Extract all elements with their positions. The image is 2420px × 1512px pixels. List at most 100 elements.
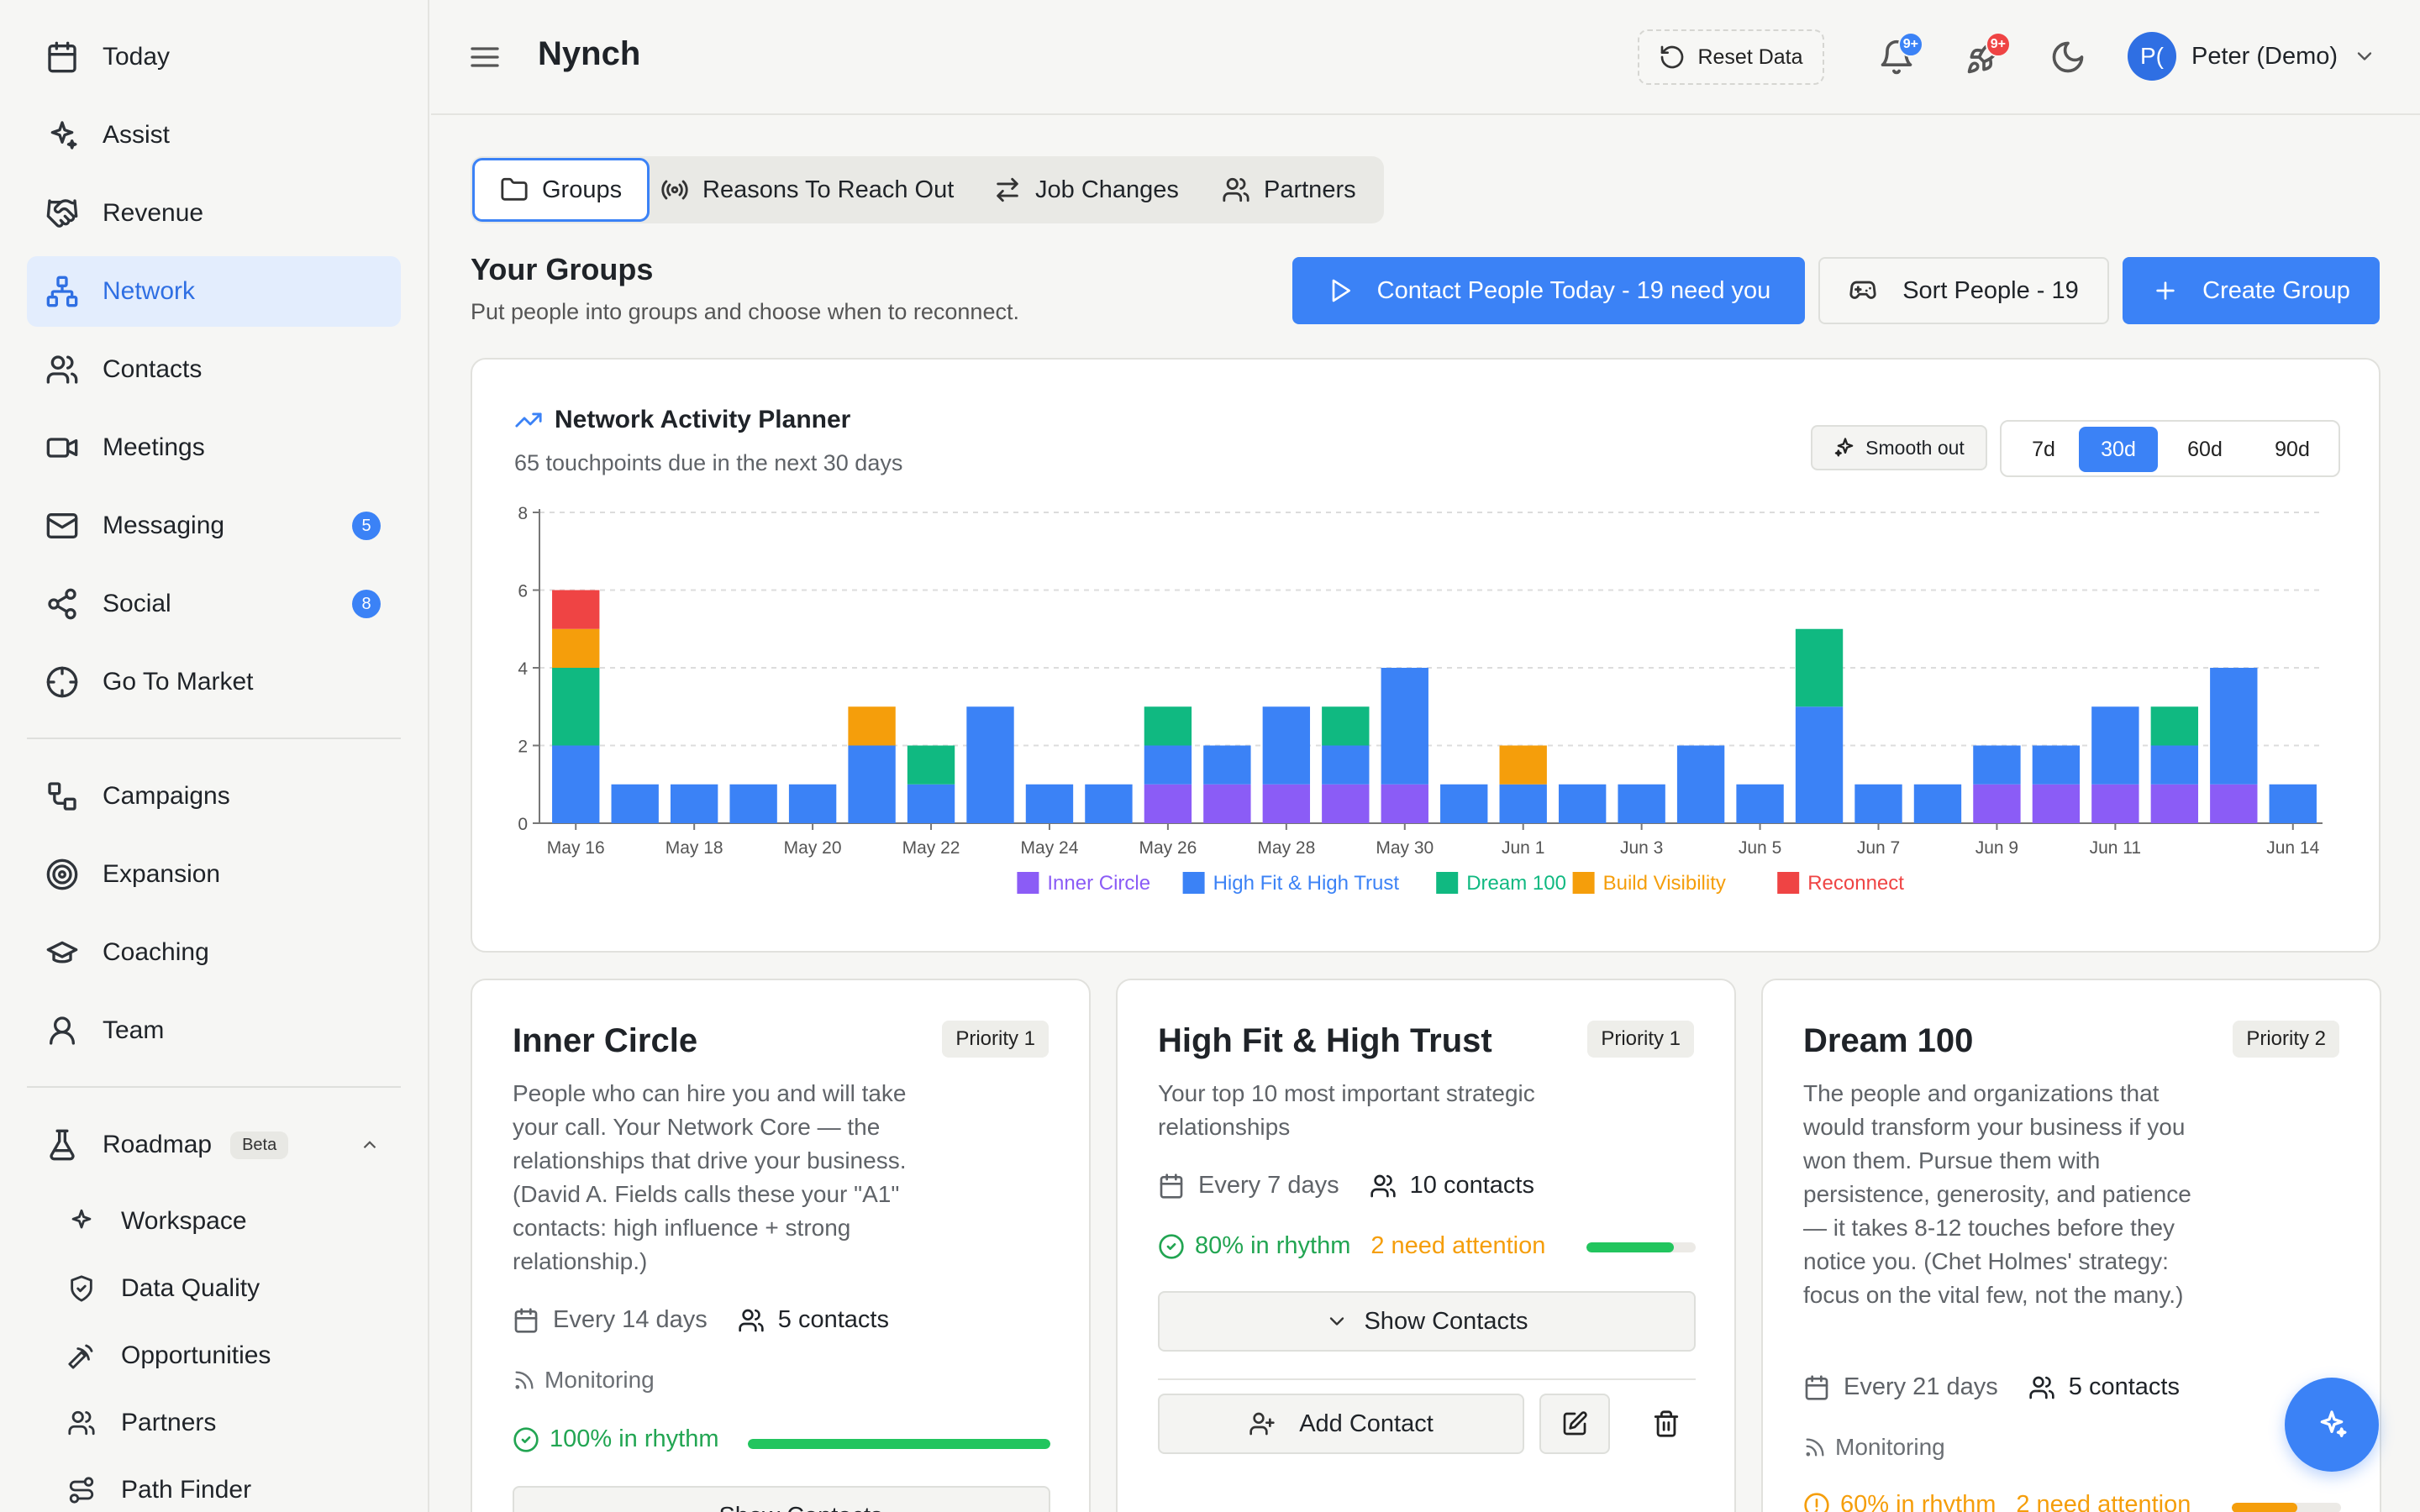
- group-card-inner-circle: Inner Circle Priority 1 People who can h…: [471, 979, 1091, 1512]
- app-title: Nynch: [538, 35, 641, 72]
- users-icon: [67, 1409, 96, 1437]
- sidebar-item-meetings[interactable]: Meetings: [27, 412, 401, 483]
- contact-people-today-button[interactable]: Contact People Today - 19 need you: [1292, 257, 1805, 324]
- y-tick-label: 8: [518, 504, 528, 523]
- chevron-up-icon[interactable]: [359, 1134, 381, 1156]
- menu-icon[interactable]: [468, 40, 502, 74]
- tab-reasons-to-reach-out[interactable]: Reasons To Reach Out: [660, 156, 954, 223]
- sidebar-subitem-partners[interactable]: Partners: [27, 1389, 401, 1457]
- sidebar-item-assist[interactable]: Assist: [27, 100, 401, 171]
- sidebar-divider: [27, 1086, 401, 1088]
- tab-label: Reasons To Reach Out: [702, 176, 955, 203]
- sidebar-subitem-workspace[interactable]: Workspace: [27, 1188, 401, 1255]
- edit-group-button[interactable]: [1539, 1394, 1610, 1454]
- range-30d-button[interactable]: 30d: [2079, 427, 2158, 472]
- users-icon: [45, 353, 79, 386]
- bar-segment: [2210, 784, 2258, 823]
- bar-segment: [2150, 745, 2199, 785]
- check-circle-icon: [1158, 1233, 1185, 1260]
- bar-segment: [848, 706, 896, 746]
- play-icon: [1327, 277, 1354, 304]
- x-tick-label: May 16: [547, 838, 605, 858]
- bar-segment: [1144, 745, 1192, 785]
- legend-swatch: [1017, 872, 1039, 894]
- bar-segment: [1322, 706, 1370, 746]
- section-tabs: Groups Reasons To Reach Out Job Changes …: [471, 156, 1384, 223]
- pickaxe-icon: [67, 1341, 96, 1370]
- sidebar: Today Assist Revenue Network Contacts Me…: [0, 0, 429, 1512]
- moon-icon[interactable]: [2049, 39, 2086, 76]
- sidebar-subitem-data-quality[interactable]: Data Quality: [27, 1255, 401, 1322]
- bar-segment: [2150, 784, 2199, 823]
- user-menu[interactable]: P( Peter (Demo): [2128, 32, 2376, 81]
- add-contact-button[interactable]: Add Contact: [1158, 1394, 1524, 1454]
- range-60d-button[interactable]: 60d: [2165, 427, 2245, 472]
- bar-segment: [1854, 784, 1902, 823]
- show-contacts-label: Show Contacts: [718, 1503, 882, 1512]
- trash-icon: [1652, 1410, 1681, 1438]
- user-name: Peter (Demo): [2191, 42, 2338, 70]
- sort-people-button[interactable]: Sort People - 19: [1818, 257, 2109, 324]
- sidebar-item-roadmap[interactable]: Roadmap Beta: [27, 1110, 401, 1180]
- sidebar-item-today[interactable]: Today: [27, 22, 401, 92]
- x-tick-label: Jun 9: [1975, 838, 2018, 858]
- group-meta: Every 21 days 5 contacts: [1803, 1373, 2180, 1401]
- sidebar-item-revenue[interactable]: Revenue: [27, 178, 401, 249]
- chevron-down-icon: [680, 1504, 703, 1512]
- sidebar-subitem-opportunities[interactable]: Opportunities: [27, 1322, 401, 1389]
- group-meta: Every 14 days 5 contacts: [513, 1306, 889, 1334]
- rhythm-progress-fill: [2232, 1503, 2297, 1512]
- range-7d-button[interactable]: 7d: [2010, 427, 2077, 472]
- user-icon: [45, 1014, 79, 1047]
- sidebar-item-expansion[interactable]: Expansion: [27, 839, 401, 910]
- rhythm-label: 100% in rhythm: [550, 1425, 719, 1452]
- bar-segment: [1144, 784, 1192, 823]
- tab-label: Partners: [1264, 176, 1356, 203]
- sidebar-item-team[interactable]: Team: [27, 995, 401, 1066]
- bar-segment: [1025, 784, 1074, 823]
- sidebar-item-messaging[interactable]: Messaging 5: [27, 491, 401, 561]
- sidebar-item-coaching[interactable]: Coaching: [27, 917, 401, 988]
- bar-segment: [2091, 706, 2139, 785]
- sidebar-subitem-path-finder[interactable]: Path Finder: [27, 1457, 401, 1512]
- sidebar-item-social[interactable]: Social 8: [27, 569, 401, 639]
- smooth-out-button[interactable]: Smooth out: [1811, 425, 1987, 470]
- sidebar-item-campaigns[interactable]: Campaigns: [27, 761, 401, 832]
- tab-groups[interactable]: Groups: [472, 158, 650, 222]
- group-title: High Fit & High Trust: [1158, 1022, 1492, 1059]
- bar-segment: [1203, 784, 1251, 823]
- handshake-icon: [45, 197, 79, 230]
- messaging-count-badge: 5: [352, 512, 381, 540]
- create-group-button[interactable]: Create Group: [2123, 257, 2380, 324]
- group-description: People who can hire you and will take yo…: [513, 1080, 907, 1274]
- users-icon: [1222, 176, 1250, 204]
- sidebar-item-contacts[interactable]: Contacts: [27, 334, 401, 405]
- rocket-icon[interactable]: 9+: [1965, 32, 2011, 76]
- x-tick-label: May 20: [784, 838, 842, 858]
- x-tick-label: Jun 5: [1739, 838, 1781, 858]
- assistant-fab-button[interactable]: [2285, 1378, 2379, 1472]
- delete-group-button[interactable]: [1645, 1394, 1687, 1454]
- x-tick-label: Jun 11: [2090, 838, 2142, 858]
- add-contact-label: Add Contact: [1299, 1410, 1434, 1437]
- reset-data-button[interactable]: Reset Data: [1638, 29, 1824, 85]
- bar-segment: [907, 784, 955, 823]
- range-90d-button[interactable]: 90d: [2252, 427, 2333, 472]
- show-contacts-button[interactable]: Show Contacts: [513, 1486, 1050, 1512]
- sidebar-item-go-to-market[interactable]: Go To Market: [27, 647, 401, 717]
- tab-job-changes[interactable]: Job Changes: [993, 156, 1179, 223]
- rhythm-label: 80% in rhythm: [1195, 1232, 1351, 1259]
- bar-segment: [1322, 784, 1370, 823]
- bar-segment: [1973, 784, 2021, 823]
- legend-label: Inner Circle: [1047, 872, 1150, 895]
- sidebar-item-label: Social: [103, 590, 171, 617]
- priority-badge: Priority 1: [942, 1021, 1049, 1058]
- show-contacts-button[interactable]: Show Contacts: [1158, 1291, 1696, 1352]
- show-contacts-label: Show Contacts: [1364, 1307, 1528, 1335]
- bell-icon[interactable]: 9+: [1878, 32, 1923, 76]
- sidebar-item-label: Campaigns: [103, 782, 230, 810]
- sidebar-item-label: Data Quality: [121, 1274, 260, 1302]
- sidebar-item-network[interactable]: Network: [27, 256, 401, 327]
- tab-partners[interactable]: Partners: [1222, 156, 1356, 223]
- x-tick-label: May 18: [666, 838, 723, 858]
